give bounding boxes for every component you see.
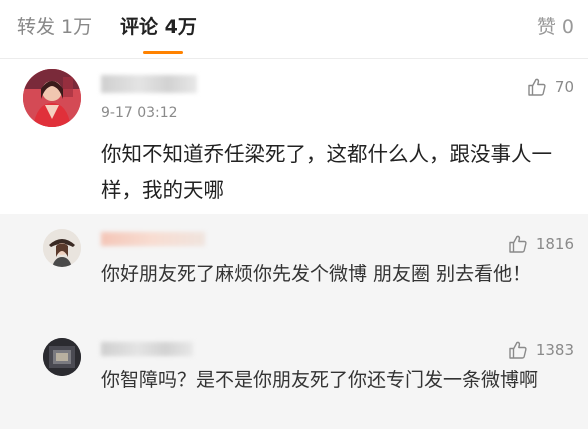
like-count: 70 [554,78,574,96]
comment-time: 9-17 03:12 [101,105,178,121]
thumbs-up-icon [528,78,546,96]
tab-likes[interactable]: 赞 0 [537,14,574,40]
like-button[interactable]: 70 [527,76,574,98]
reply-text: 你好朋友死了麻烦你先发个微博 朋友圈 别去看他！ [101,263,532,285]
avatar[interactable] [43,338,81,376]
like-count: 1816 [535,235,574,253]
like-count: 1383 [535,341,574,359]
reply-list: 1816 你好朋友死了麻烦你先发个微博 朋友圈 别去看他！ 1383 你智障吗？… [0,214,588,429]
thumbs-up-icon [509,235,527,253]
like-button[interactable]: 1816 [508,233,574,255]
tab-bar: 转发 1万 评论 4万 赞 0 [0,0,588,56]
avatar[interactable] [43,229,81,267]
tab-repost[interactable]: 转发 1万 [17,14,92,40]
thumbs-up-icon [509,341,527,359]
avatar[interactable] [23,69,81,127]
reply-item: 1816 你好朋友死了麻烦你先发个微博 朋友圈 别去看他！ [0,214,588,324]
username-blurred[interactable] [101,342,193,356]
comment-item: 9-17 03:12 70 你知不知道乔任梁死了，这都什么人，跟没事人一样，我的… [0,59,588,214]
active-tab-indicator [143,51,183,54]
reply-text: 你智障吗？是不是你朋友死了你还专门发一条微博啊 [101,369,539,391]
username-blurred[interactable] [101,232,205,246]
comment-text: 你知不知道乔任梁死了，这都什么人，跟没事人一样，我的天哪 [101,142,552,202]
reply-item: 1383 你智障吗？是不是你朋友死了你还专门发一条微博啊 [0,326,588,429]
tab-comments[interactable]: 评论 4万 [120,14,197,40]
username-blurred[interactable] [101,75,197,93]
like-button[interactable]: 1383 [508,339,574,361]
